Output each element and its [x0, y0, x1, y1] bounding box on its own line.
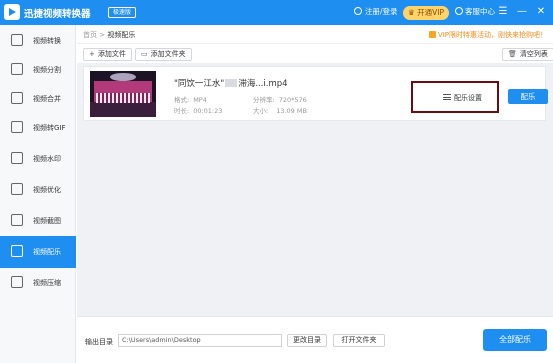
- convert-icon: [11, 34, 23, 46]
- output-path-field[interactable]: C:\Users\admin\Desktop: [118, 334, 282, 347]
- vip-button[interactable]: ♛ 开通VIP: [403, 6, 449, 20]
- sidebar-item-watermark[interactable]: 视频水印: [0, 143, 76, 175]
- music-all-button[interactable]: 全部配乐: [483, 329, 547, 351]
- trash-icon: 🗑: [508, 50, 517, 58]
- add-folder-button[interactable]: ▭ 添加文件夹: [135, 48, 192, 61]
- sidebar-item-optimize[interactable]: 视频优化: [0, 174, 76, 206]
- sidebar-item-split[interactable]: 视频分割: [0, 54, 76, 86]
- vip-label: 开通VIP: [417, 8, 444, 17]
- add-folder-label: 添加文件夹: [150, 50, 186, 58]
- service-center-link[interactable]: 客服中心: [455, 6, 495, 17]
- app-logo-icon: [4, 4, 20, 20]
- format-value: MP4: [193, 96, 207, 104]
- breadcrumb-separator: >: [99, 31, 106, 39]
- music-settings-button[interactable]: 配乐设置: [411, 81, 499, 113]
- bottom-bar: 输出目录 C:\Users\admin\Desktop 更改目录 打开文件夹 全…: [77, 316, 553, 363]
- redacted-text: [225, 79, 238, 87]
- menu-icon[interactable]: ☰: [496, 4, 510, 20]
- toolbar: + 添加文件 ▭ 添加文件夹 🗑 清空列表: [77, 45, 553, 63]
- clear-list-label: 清空列表: [519, 50, 548, 58]
- optimize-icon: [11, 183, 23, 195]
- sidebar-item-merge[interactable]: 视频合并: [0, 83, 76, 115]
- sidebar-item-label: 视频截图: [33, 217, 61, 225]
- sidebar-item-label: 视频优化: [33, 186, 61, 194]
- plus-icon: +: [89, 50, 95, 58]
- sidebar-item-label: 视频水印: [33, 155, 61, 163]
- video-thumbnail: [90, 71, 156, 117]
- file-card: "同饮一江水" 滞海...i.mp4 格式: MP4 分辨率: 720*576 时长:…: [83, 66, 548, 121]
- service-label: 客服中心: [465, 7, 495, 16]
- login-link[interactable]: 注册/登录: [354, 6, 398, 17]
- sidebar-item-convert[interactable]: 视频转换: [0, 25, 76, 57]
- sidebar-item-screenshot[interactable]: 视频截图: [0, 205, 76, 237]
- watermark-icon: [11, 152, 23, 164]
- format-label: 格式:: [174, 96, 190, 104]
- music-settings-label: 配乐设置: [454, 94, 482, 102]
- promo-notice[interactable]: VIP限时特惠活动，刚快来抢购吧！: [428, 30, 547, 40]
- change-dir-button[interactable]: 更改目录: [287, 334, 327, 347]
- headset-icon: [455, 7, 463, 15]
- sidebar-item-label: 视频配乐: [33, 248, 61, 256]
- promo-text: VIP限时特惠活动，刚快来抢购吧！: [437, 31, 547, 39]
- gif-icon: [11, 121, 23, 133]
- crown-icon: ♛: [408, 8, 418, 17]
- sidebar-item-label: 视频合并: [33, 95, 61, 103]
- file-name: "同饮一江水" 滞海...i.mp4: [174, 77, 288, 89]
- add-file-button[interactable]: + 添加文件: [83, 48, 132, 61]
- sidebar-item-compress[interactable]: 视频压缩: [0, 267, 76, 299]
- title-bar: 迅捷视频转换器 极速版 注册/登录 ♛ 开通VIP 客服中心 ☰ — ✕: [0, 0, 553, 25]
- format-info: 格式: MP4: [174, 94, 207, 104]
- duration-label: 时长:: [174, 107, 190, 115]
- sliders-icon: [443, 94, 451, 100]
- music-icon: [11, 245, 23, 257]
- sidebar-item-label: 视频转GIF: [33, 124, 66, 132]
- sidebar-item-label: 视频分割: [33, 66, 61, 74]
- breadcrumb-bar: 首页 > 视频配乐 VIP限时特惠活动，刚快来抢购吧！: [77, 25, 553, 44]
- output-dir-label: 输出目录: [85, 338, 113, 346]
- login-label: 注册/登录: [365, 7, 398, 16]
- breadcrumb-home[interactable]: 首页: [83, 31, 97, 39]
- app-badge: 极速版: [108, 7, 137, 18]
- resolution-label: 分辨率:: [253, 96, 275, 104]
- sidebar-item-music[interactable]: 视频配乐: [0, 236, 76, 268]
- file-name-suffix: 滞海...i.mp4: [238, 79, 288, 89]
- add-music-button[interactable]: 配乐: [508, 89, 548, 104]
- minimize-button[interactable]: —: [515, 4, 529, 20]
- breadcrumb: 首页 > 视频配乐: [83, 30, 135, 40]
- screenshot-icon: [11, 214, 23, 226]
- breadcrumb-current: 视频配乐: [107, 31, 136, 39]
- size-info: 大小: 13.09 MB: [253, 105, 307, 115]
- duration-info: 时长: 00:01:23: [174, 105, 222, 115]
- file-list: "同饮一江水" 滞海...i.mp4 格式: MP4 分辨率: 720*576 时长:…: [77, 63, 553, 316]
- app-title: 迅捷视频转换器: [24, 9, 91, 20]
- sidebar: 视频转换 视频分割 视频合并 视频转GIF 视频水印 视频优化 视频截图 视频配…: [0, 25, 76, 363]
- folder-icon: ▭: [141, 50, 148, 58]
- open-folder-button[interactable]: 打开文件夹: [333, 334, 385, 347]
- merge-icon: [11, 92, 23, 104]
- resolution-value: 720*576: [278, 96, 307, 104]
- duration-value: 00:01:23: [193, 107, 223, 115]
- add-file-label: 添加文件: [97, 50, 126, 58]
- sidebar-item-gif[interactable]: 视频转GIF: [0, 112, 76, 144]
- size-label: 大小:: [253, 107, 269, 115]
- sidebar-item-label: 视频压缩: [33, 279, 61, 287]
- resolution-info: 分辨率: 720*576: [253, 94, 307, 104]
- size-value: 13.09 MB: [276, 107, 307, 115]
- user-icon: [354, 7, 362, 15]
- file-name-prefix: "同饮一江水": [174, 79, 225, 89]
- clear-list-button[interactable]: 🗑 清空列表: [502, 48, 553, 61]
- split-icon: [11, 63, 23, 75]
- gift-icon: [428, 31, 436, 38]
- sidebar-item-label: 视频转换: [33, 37, 61, 45]
- close-button[interactable]: ✕: [534, 4, 548, 20]
- compress-icon: [11, 276, 23, 288]
